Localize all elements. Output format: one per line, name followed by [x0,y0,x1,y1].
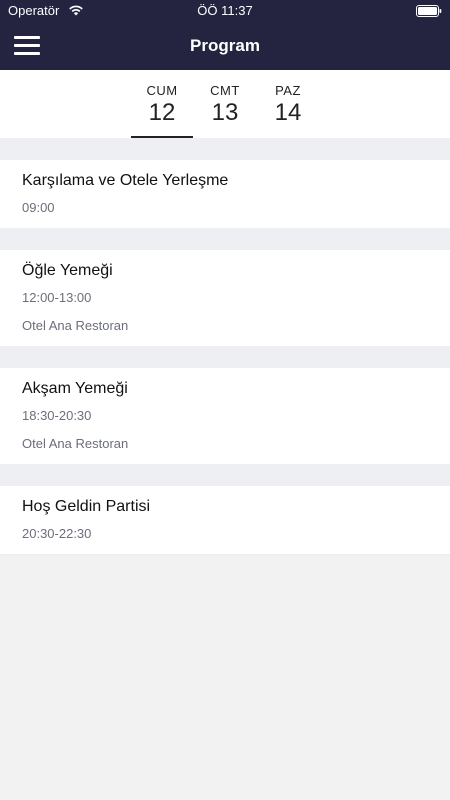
list-separator [0,228,450,250]
page-title: Program [190,36,260,55]
day-number: 12 [148,99,176,126]
list-separator [0,138,450,160]
app-header: Operatör ÖÖ 11:37 Program [0,0,450,70]
day-name: PAZ [275,83,301,98]
list-separator [0,346,450,368]
battery-icon [416,5,442,17]
event-time: 09:00 [22,200,55,215]
day-name: CUM [146,83,178,98]
event-title: Akşam Yemeği [22,380,128,397]
event-card[interactable]: Öğle Yemeği 12:00-13:00 Otel Ana Restora… [0,250,450,346]
event-title: Hoş Geldin Partisi [22,498,151,515]
event-location: Otel Ana Restoran [22,318,129,333]
event-time: 12:00-13:00 [22,290,92,305]
event-location: Otel Ana Restoran [22,436,129,451]
event-time: 20:30-22:30 [22,526,92,541]
event-title: Öğle Yemeği [22,262,113,279]
list-separator [0,464,450,486]
tab-day-cmt[interactable]: CMT 13 [194,70,256,138]
event-card[interactable]: Hoş Geldin Partisi 20:30-22:30 [0,486,450,554]
day-number: 13 [211,99,239,126]
status-bar: Operatör ÖÖ 11:37 [0,0,450,22]
event-card[interactable]: Karşılama ve Otele Yerleşme 09:00 [0,160,450,228]
empty-area [0,556,450,800]
event-time: 18:30-20:30 [22,408,92,423]
day-name: CMT [210,83,240,98]
tab-day-cum[interactable]: CUM 12 [131,70,193,138]
day-number: 14 [274,99,302,126]
status-time: ÖÖ 11:37 [197,3,253,18]
event-card[interactable]: Akşam Yemeği 18:30-20:30 Otel Ana Restor… [0,368,450,464]
tab-day-paz[interactable]: PAZ 14 [257,70,319,138]
day-tabs: CUM 12 CMT 13 PAZ 14 [0,70,450,138]
event-title: Karşılama ve Otele Yerleşme [22,172,229,189]
